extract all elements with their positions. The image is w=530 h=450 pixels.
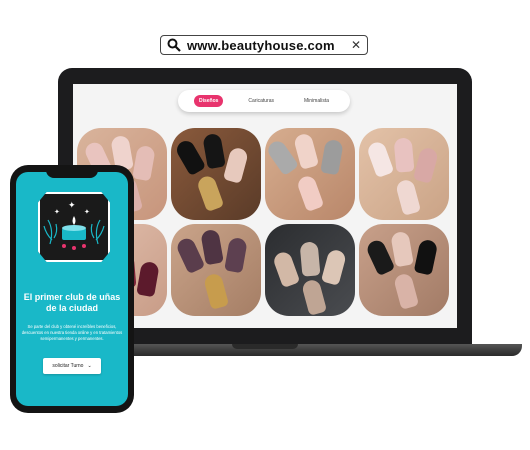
tab-caricaturas[interactable]: Caricaturas <box>243 95 279 107</box>
tab-minimalista[interactable]: Minimalista <box>299 95 334 107</box>
club-headline: El primer club de uñas de la ciudad <box>23 292 121 313</box>
svg-text:✦: ✦ <box>54 208 60 216</box>
candle-logo-icon: ✦ ✦ ✦ <box>43 201 105 250</box>
gallery-image[interactable] <box>265 224 355 316</box>
cta-label: solicitar Turno <box>52 363 84 369</box>
svg-text:✦: ✦ <box>84 208 90 216</box>
club-logo-emblem: ✦ ✦ ✦ <box>38 192 110 262</box>
club-description: Se parte del club y obtené increíbles be… <box>21 324 123 341</box>
request-appointment-button[interactable]: solicitar Turno ⌄ <box>43 358 101 374</box>
address-bar[interactable]: www.beautyhouse.com ✕ <box>160 35 368 55</box>
search-icon <box>167 38 181 52</box>
url-text: www.beautyhouse.com <box>187 37 335 53</box>
laptop-notch <box>232 344 298 349</box>
category-nav: Diseños Caricaturas Minimalista <box>178 90 350 112</box>
gallery-image[interactable] <box>171 224 261 316</box>
close-icon[interactable]: ✕ <box>351 38 361 52</box>
svg-text:✦: ✦ <box>68 201 76 211</box>
gallery-image[interactable] <box>171 128 261 220</box>
tab-disenos[interactable]: Diseños <box>193 95 224 107</box>
gallery-image[interactable] <box>359 128 449 220</box>
gallery-image[interactable] <box>265 128 355 220</box>
chevron-down-icon: ⌄ <box>87 363 92 369</box>
phone-screen: ✦ ✦ ✦ El primer club de uñas de la ciuda… <box>16 172 128 406</box>
gallery-image[interactable] <box>359 224 449 316</box>
phone-notch <box>46 168 98 178</box>
